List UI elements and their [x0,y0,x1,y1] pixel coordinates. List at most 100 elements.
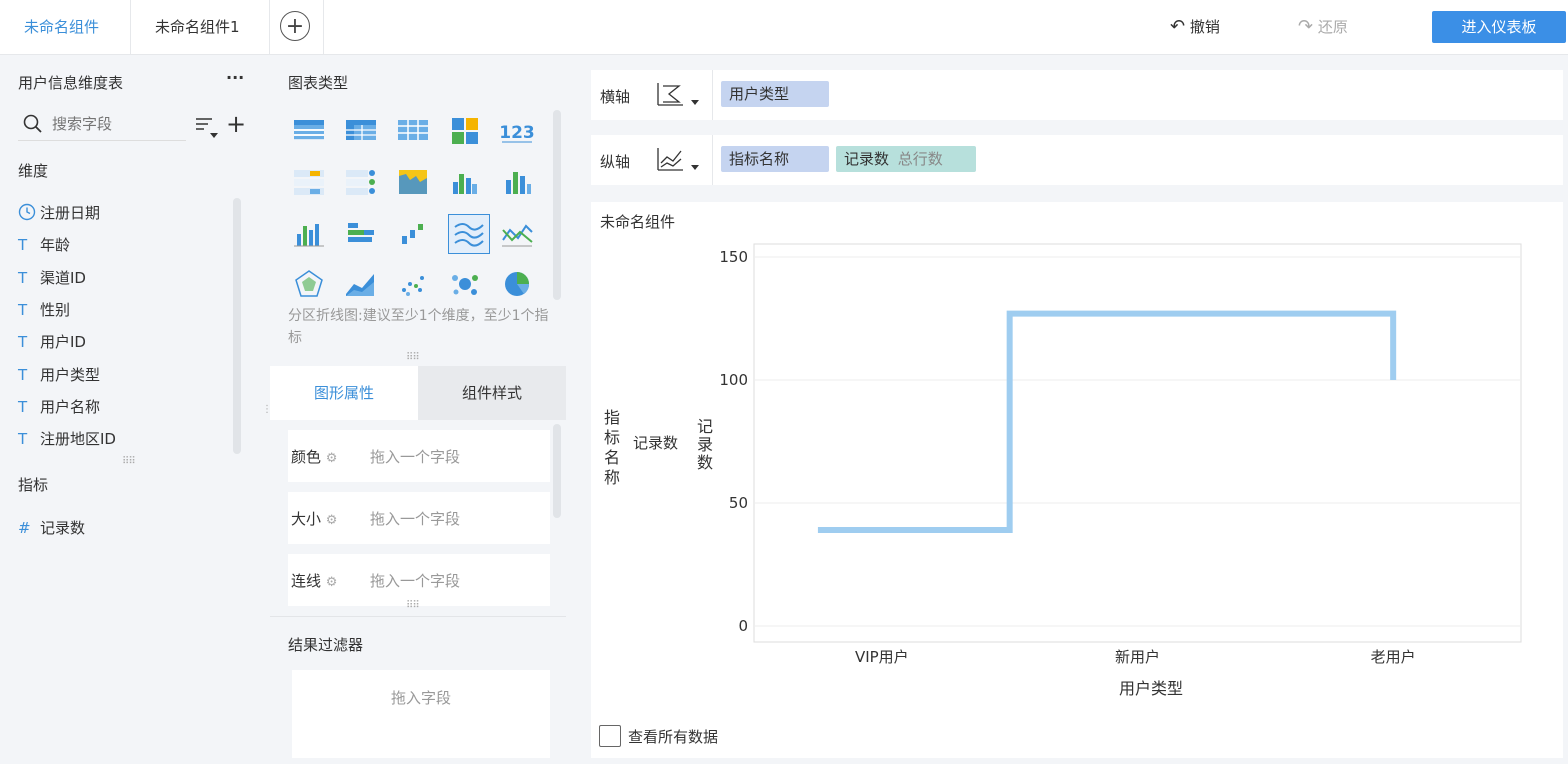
result-filter-dropzone[interactable]: 拖入字段 [292,670,550,758]
redo-button[interactable]: ↷ 还原 [1298,14,1348,40]
line-chart-icon[interactable] [500,218,534,250]
dimension-field[interactable]: T 用户类型 [18,363,100,387]
map-chart-icon[interactable] [396,166,430,198]
column-chart-icon[interactable] [292,218,326,250]
color-property-row[interactable]: 颜色 ⚙ 拖入一个字段 [288,430,550,482]
grouped-bar-icon[interactable] [448,166,482,198]
property-label: 连线 ⚙ [291,572,338,590]
resize-handle[interactable]: ⠿⠿ [122,456,136,467]
area-chart-icon[interactable] [344,268,378,300]
undo-icon: ↶ [1170,16,1186,37]
plus-icon: + [285,14,305,39]
x-field-pill[interactable]: 用户类型 [721,81,829,107]
svg-text:123: 123 [500,123,534,143]
dimension-field[interactable]: 注册日期 [18,201,100,225]
chart-type-grid: 123 [288,110,550,300]
x-axis-label: 横轴 [600,88,631,106]
search-field[interactable] [18,108,186,141]
redo-icon: ↷ [1298,16,1314,37]
drop-placeholder: 拖入一个字段 [370,510,461,528]
resize-handle[interactable]: ⠿⠿ [406,352,420,363]
step-line-chart: 0 50 100 150 VIP用户 新用户 老用户 用户类型 [719,243,1522,698]
tab-label: 图形属性 [313,384,374,402]
sort-filter-icon[interactable] [194,114,222,140]
field-label: 用户名称 [40,398,101,416]
chart-type-scrollbar[interactable] [553,110,561,300]
gear-icon[interactable]: ⚙ [326,451,338,466]
divider [712,70,713,120]
area-line-chart-selected[interactable] [448,214,490,254]
drop-placeholder: 拖入字段 [390,689,451,707]
connect-line-property-row[interactable]: 连线 ⚙ 拖入一个字段 [288,554,550,606]
y-axis-type-selector[interactable] [655,145,703,175]
scatter-chart-icon[interactable] [396,268,430,300]
tab-graphic-properties[interactable]: 图形属性 [270,366,418,420]
dot-list-icon[interactable] [344,166,378,198]
tab-component-style[interactable]: 组件样式 [418,366,566,420]
x-tick-label: 新用户 [1115,648,1160,666]
property-scrollbar[interactable] [553,424,561,518]
axis-category-icon [657,83,699,106]
dimension-field[interactable]: T 注册地区ID [18,427,116,451]
metric-name: 记录数 [844,150,890,168]
text-T-icon: T [18,430,28,448]
text-T-icon: T [18,236,28,254]
x-axis-title: 用户类型 [1119,679,1183,698]
axis-line-icon [657,148,699,171]
metric-list-icon[interactable] [292,166,326,198]
add-field-icon[interactable]: + [226,110,246,138]
cross-table-icon[interactable] [396,114,430,146]
range-chart-icon[interactable] [396,218,430,250]
undo-label: 撤销 [1189,18,1220,36]
dimension-field[interactable]: T 用户名称 [18,395,100,419]
y-metric-pill[interactable]: 记录数 总行数 [836,146,976,172]
result-filter-title: 结果过滤器 [288,636,364,654]
dimension-scrollbar[interactable] [233,198,241,454]
text-T-icon: T [18,366,28,384]
tab-unnamed-component-1[interactable]: 未命名组件1 [155,0,240,54]
undo-button[interactable]: ↶ 撤销 [1170,14,1220,40]
add-tab-button[interactable]: + [280,11,310,41]
search-input[interactable] [50,112,184,136]
more-icon[interactable]: ··· [226,68,244,87]
dimension-field[interactable]: T 性别 [18,298,70,322]
y-field-pill[interactable]: 指标名称 [721,146,829,172]
field-label: 注册地区ID [40,430,116,448]
chart-card: 未命名组件 指标名称 记录数 记录数 0 50 100 150 VIP用户 新用户 老用户… [591,202,1563,758]
kpi-card-icon[interactable] [448,114,482,146]
gear-icon[interactable]: ⚙ [326,513,338,528]
bubble-chart-icon[interactable] [448,268,482,300]
table-chart-icon[interactable] [292,114,326,146]
view-all-data-label[interactable]: 查看所有数据 [628,726,718,747]
dimension-field[interactable]: T 渠道ID [18,266,86,290]
pie-chart-icon[interactable] [500,268,534,300]
x-axis-type-selector[interactable] [655,80,703,110]
x-axis-row: 横轴 用户类型 [591,70,1563,120]
dimension-field[interactable]: T 年龄 [18,233,70,257]
drop-placeholder: 拖入一个字段 [370,572,461,590]
text-T-icon: T [18,398,28,416]
gear-icon[interactable]: ⚙ [326,575,338,590]
x-tick-label: VIP用户 [855,648,909,666]
stacked-bar-icon[interactable] [344,218,378,250]
enter-dashboard-button[interactable]: 进入仪表板 [1432,11,1566,43]
resize-handle[interactable]: ⠿⠿ [406,600,420,611]
view-all-data-checkbox[interactable] [599,725,621,747]
y-tick-label: 100 [719,371,748,389]
group-table-icon[interactable] [344,114,378,146]
property-label: 大小 ⚙ [291,510,338,528]
tab-unnamed-component[interactable]: 未命名组件 [24,0,99,54]
drop-placeholder: 拖入一个字段 [370,448,461,466]
field-label: 用户ID [40,333,86,351]
bar-chart-icon[interactable] [500,166,534,198]
metric-aggregation: 总行数 [897,150,943,168]
divider [712,135,713,185]
radar-chart-icon[interactable] [292,268,326,300]
chart-type-hint: 分区折线图:建议至少1个维度，至少1个指标 [288,308,549,346]
size-property-row[interactable]: 大小 ⚙ 拖入一个字段 [288,492,550,544]
dimension-field[interactable]: T 用户ID [18,330,86,354]
number-card-icon[interactable]: 123 [500,114,534,146]
metric-field[interactable]: # 记录数 [18,516,85,540]
field-label: 性别 [40,301,71,319]
y-axis-row: 纵轴 指标名称 记录数 总行数 [591,135,1563,185]
